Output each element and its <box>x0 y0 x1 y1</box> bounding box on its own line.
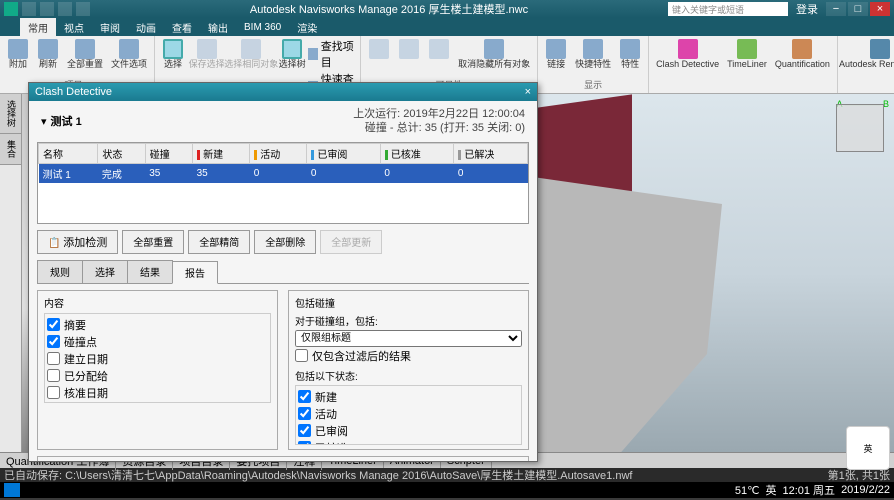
autosave-status: 已自动保存: C:\Users\清清七七\AppData\Roaming\Aut… <box>4 467 632 483</box>
filter-only-checkbox[interactable]: 仅包含过滤后的结果 <box>295 348 522 364</box>
content-item-checkbox[interactable]: 已分配给 <box>47 368 268 384</box>
collapse-icon[interactable]: ▾ <box>41 115 47 128</box>
status-item-checkbox[interactable]: 已核准 <box>298 440 519 445</box>
clash-last-run: 上次运行: 2019年2月22日 12:00:04 <box>353 107 525 121</box>
tab-bim360[interactable]: BIM 360 <box>236 20 289 35</box>
content-item-checkbox[interactable]: 摘要 <box>47 317 268 333</box>
file-options-button[interactable]: 文件选项 <box>108 38 150 71</box>
require-button[interactable] <box>395 38 423 61</box>
tab-animation[interactable]: 动画 <box>128 18 164 37</box>
clash-panel-title: Clash Detective <box>35 86 112 98</box>
clash-tests-table: 名称状态碰撞新建活动已审阅已核准已解决 测试 1完成35350000 <box>37 142 529 224</box>
tab-viewpoint[interactable]: 视点 <box>56 18 92 37</box>
clash-test-row[interactable]: 测试 1完成35350000 <box>39 163 528 183</box>
tab-home[interactable]: 常用 <box>20 18 56 37</box>
tab-view[interactable]: 查看 <box>164 18 200 37</box>
clash-col-header[interactable]: 名称 <box>39 143 98 163</box>
clash-tab-rules[interactable]: 规则 <box>37 260 83 283</box>
clash-col-header[interactable]: 已审阅 <box>307 143 381 163</box>
clash-tab-results[interactable]: 结果 <box>127 260 173 283</box>
title-bar: Autodesk Navisworks Manage 2016 厚生楼土建模型.… <box>0 0 894 18</box>
clash-group-select[interactable]: 仅限组标题 <box>295 330 522 347</box>
clash-col-header[interactable]: 已解决 <box>454 143 528 163</box>
clash-col-header[interactable]: 已核准 <box>380 143 454 163</box>
content-item-checkbox[interactable]: 碰撞点 <box>47 334 268 350</box>
include-clashes-fieldset: 包括碰撞 对于碰撞组，包括: 仅限组标题 仅包含过滤后的结果 包括以下状态: 新… <box>288 290 529 450</box>
clash-tab-select[interactable]: 选择 <box>82 260 128 283</box>
content-item-checkbox[interactable]: 核准者 <box>47 402 268 403</box>
window-title: Autodesk Navisworks Manage 2016 厚生楼土建模型.… <box>110 1 668 17</box>
login-link[interactable]: 登录 <box>788 1 826 17</box>
autodesk-rendering-button[interactable]: Autodesk Rendering <box>842 38 894 71</box>
ribbon-tabs: 常用 视点 审阅 动画 查看 输出 BIM 360 渲染 <box>0 18 894 36</box>
clash-detective-button[interactable]: Clash Detective <box>653 38 722 71</box>
delete-all-button[interactable]: 全部删除 <box>254 230 316 254</box>
quick-properties-button[interactable]: 快捷特性 <box>572 38 614 71</box>
app-menu-icon[interactable] <box>4 2 18 16</box>
tab-output[interactable]: 输出 <box>200 18 236 37</box>
left-sidebar: 选择树 集合 <box>0 94 22 452</box>
properties-button[interactable]: 特性 <box>616 38 644 71</box>
tab-review[interactable]: 审阅 <box>92 18 128 37</box>
clash-detective-panel: Clash Detective × ▾ 测试 1 上次运行: 2019年2月22… <box>28 82 538 462</box>
status-item-checkbox[interactable]: 已审阅 <box>298 423 519 439</box>
sidebar-tab-selection-tree[interactable]: 选择树 <box>0 94 21 134</box>
unhide-all-button[interactable]: 取消隐藏所有对象 <box>455 38 533 71</box>
status-bar: 已自动保存: C:\Users\清清七七\AppData\Roaming\Aut… <box>0 468 894 482</box>
timeliner-button[interactable]: TimeLiner <box>724 38 770 71</box>
select-same-button[interactable]: 选择相同对象 <box>226 38 276 71</box>
hide-button[interactable] <box>365 38 393 61</box>
content-item-checkbox[interactable]: 建立日期 <box>47 351 268 367</box>
ime-avatar-float[interactable]: 英 <box>846 426 890 470</box>
qat-redo-icon[interactable] <box>58 2 72 16</box>
status-item-checkbox[interactable]: 新建 <box>298 389 519 405</box>
clash-panel-close-icon[interactable]: × <box>525 86 531 98</box>
viewcube[interactable] <box>836 104 884 152</box>
tray-ime[interactable]: 英 <box>765 482 776 498</box>
group-display-label: 显示 <box>542 78 644 91</box>
qat-save-icon[interactable] <box>22 2 36 16</box>
clash-col-header[interactable]: 新建 <box>193 143 250 163</box>
qat-open-icon[interactable] <box>76 2 90 16</box>
clash-summary: 碰撞 - 总计: 35 (打开: 35 关闭: 0) <box>353 121 525 135</box>
reset-all-button[interactable]: 全部重置 <box>64 38 106 71</box>
help-search-input[interactable]: 键入关键字或短语 <box>668 2 788 16</box>
add-test-button[interactable]: 📋 添加检测 <box>37 230 118 254</box>
maximize-button[interactable]: □ <box>848 2 868 16</box>
clash-col-header[interactable]: 状态 <box>98 143 145 163</box>
clash-test-name: 测试 1 <box>51 113 82 129</box>
tray-time[interactable]: 12:01 周五 <box>782 482 835 498</box>
clash-col-header[interactable]: 碰撞 <box>145 143 192 163</box>
tab-render[interactable]: 渲染 <box>289 18 325 37</box>
reset-all-tests-button[interactable]: 全部重置 <box>122 230 184 254</box>
windows-taskbar: 51℃ 英 12:01 周五 2019/2/22 <box>0 482 894 498</box>
start-button[interactable] <box>4 483 20 497</box>
tray-temp: 51℃ <box>735 484 760 497</box>
quantification-button[interactable]: Quantification <box>772 38 833 71</box>
hide-unselected-button[interactable] <box>425 38 453 61</box>
report-content-fieldset: 内容 摘要碰撞点建立日期已分配给核准日期核准者层名称项目路径项目 ID <box>37 290 278 450</box>
append-button[interactable]: 附加 <box>4 38 32 71</box>
clash-tab-report[interactable]: 报告 <box>172 261 218 284</box>
update-all-button[interactable]: 全部更新 <box>320 230 382 254</box>
qat-undo-icon[interactable] <box>40 2 54 16</box>
sidebar-tab-sets[interactable]: 集合 <box>0 134 21 165</box>
refresh-button[interactable]: 刷新 <box>34 38 62 71</box>
save-selection-button[interactable]: 保存选择 <box>189 38 224 71</box>
minimize-button[interactable]: − <box>826 2 846 16</box>
output-settings-fieldset: 输出设置 报告类型 当前测试 报告格式 HTML (表格) 保持结果高亮显示 写… <box>37 456 529 461</box>
quick-access-toolbar <box>4 2 90 16</box>
find-items-button[interactable]: 查找项目 <box>308 38 356 70</box>
status-item-checkbox[interactable]: 活动 <box>298 406 519 422</box>
close-button[interactable]: × <box>870 2 890 16</box>
clash-col-header[interactable]: 活动 <box>250 143 307 163</box>
content-item-checkbox[interactable]: 核准日期 <box>47 385 268 401</box>
selection-tree-button[interactable]: 选择树 <box>278 38 306 71</box>
select-button[interactable]: 选择 <box>159 38 187 71</box>
links-button[interactable]: 链接 <box>542 38 570 71</box>
tray-date[interactable]: 2019/2/22 <box>841 484 890 496</box>
compact-all-button[interactable]: 全部精简 <box>188 230 250 254</box>
